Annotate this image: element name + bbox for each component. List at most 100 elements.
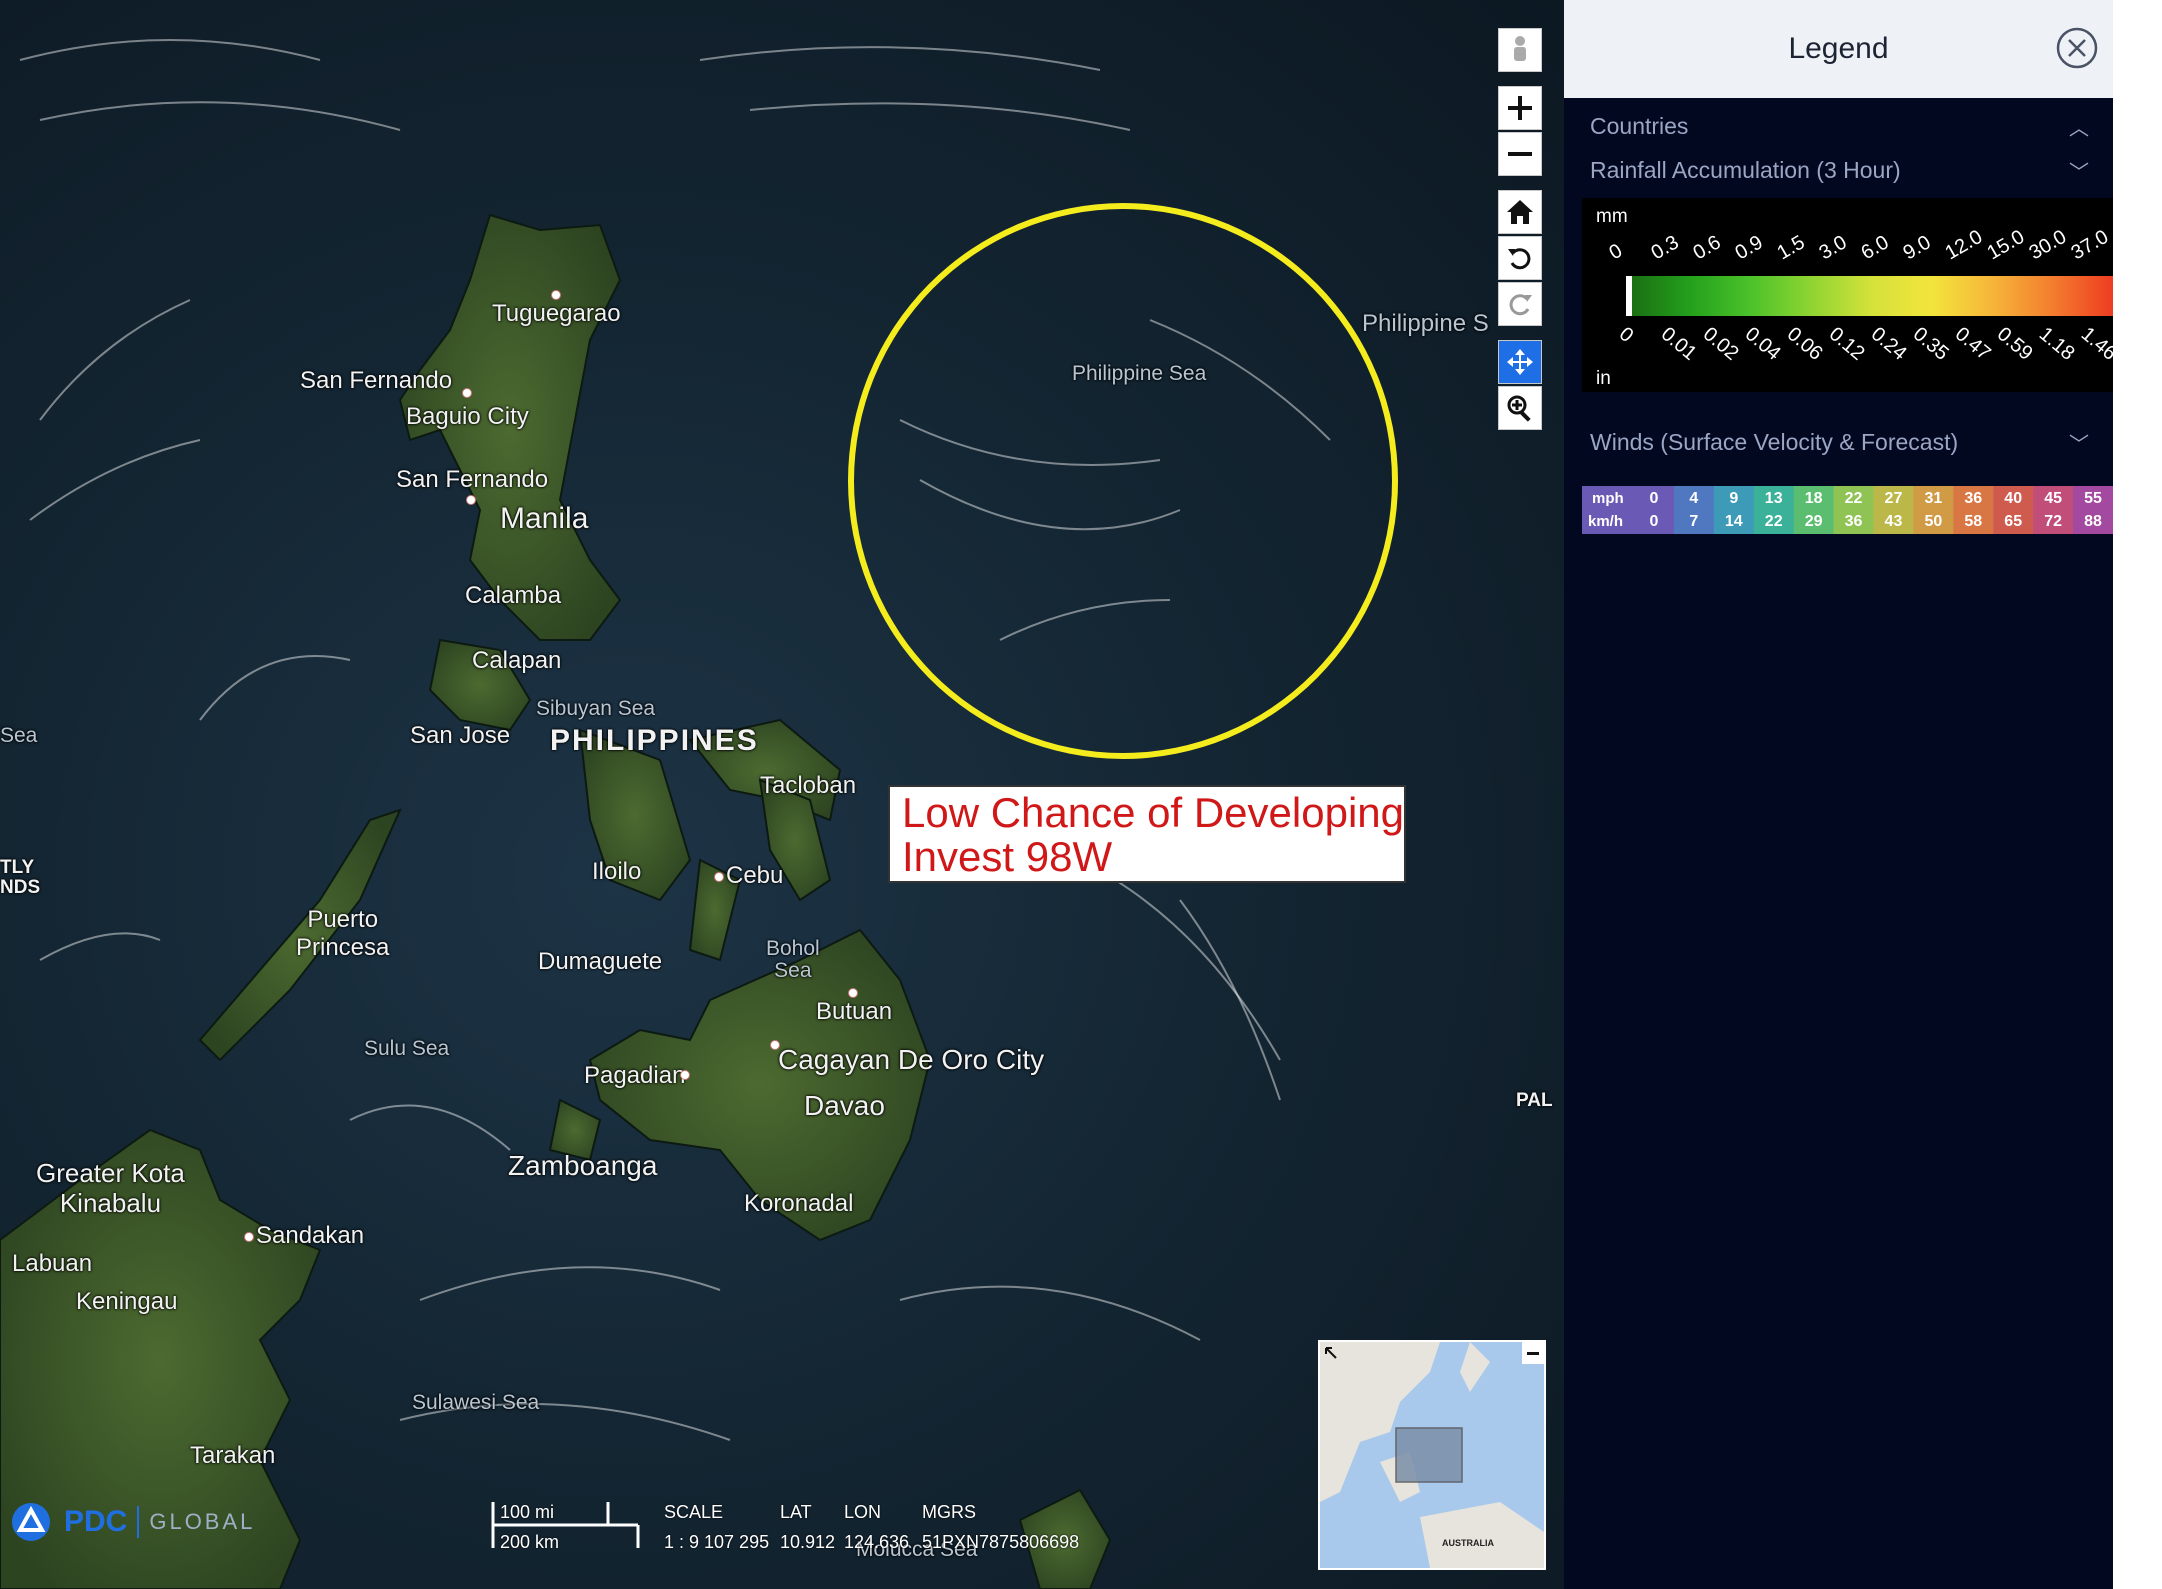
legend-close-button[interactable] <box>2055 26 2099 70</box>
rain-mm-tick: 30.0 <box>2026 226 2071 265</box>
status-lon-value: 124.636 <box>844 1532 910 1552</box>
city-marker <box>244 1232 254 1242</box>
home-button[interactable] <box>1498 190 1542 234</box>
zoom-in-icon <box>1508 96 1532 120</box>
place-label: Tuguegarao <box>492 300 621 327</box>
rain-unit-bottom: in <box>1596 368 1611 389</box>
place-label: Manila <box>500 502 589 535</box>
status-mgrs-value: 51PXN7875806698 <box>922 1532 1080 1552</box>
status-lon-label: LON <box>844 1502 882 1522</box>
rotate-left-icon <box>1508 248 1531 270</box>
rotate-right-button[interactable] <box>1498 282 1542 326</box>
status-lat-value: 10.912 <box>780 1532 836 1552</box>
pdc-logo: PDC GLOBAL <box>8 1502 255 1542</box>
map-toolbar <box>1498 28 1542 432</box>
status-scale-label: SCALE <box>664 1502 724 1522</box>
rotate-right-icon <box>1509 294 1532 316</box>
wind-kmh-value: 7 <box>1689 513 1698 530</box>
street-view-button[interactable] <box>1498 28 1542 72</box>
place-label: Greater Kota Kinabalu <box>36 1158 185 1218</box>
rotate-left-button[interactable] <box>1498 236 1542 280</box>
chevron-down-icon: ﹀ <box>2069 161 2089 184</box>
status-scale-value: 1 : 9 107 295 <box>664 1532 770 1552</box>
map-view[interactable]: Tuguegarao San Fernando Baguio City San … <box>0 0 1564 1589</box>
place-label: Puerto Princesa <box>296 906 390 961</box>
zoom-in-button[interactable] <box>1498 86 1542 130</box>
place-label: San Jose <box>410 722 511 749</box>
place-label: San Fernando <box>300 367 453 394</box>
city-marker <box>714 872 724 882</box>
city-marker <box>848 988 858 998</box>
pan-button[interactable] <box>1498 340 1542 384</box>
zoom-box-button[interactable] <box>1498 386 1542 430</box>
place-label: Pagadian <box>584 1062 686 1089</box>
rain-mm-tick: 0.6 <box>1690 231 1725 264</box>
legend-section-winds[interactable]: Winds (Surface Velocity & Forecast) ﹀ <box>1564 420 2113 464</box>
wind-kmh-value: 65 <box>2004 513 2022 530</box>
rain-in-tick: 0.47 <box>1951 323 1995 365</box>
wind-mph-value: 22 <box>1845 490 1863 507</box>
rain-in-tick: 0 <box>1615 323 1638 347</box>
place-label: Labuan <box>12 1250 93 1277</box>
rain-in-tick: 0.06 <box>1783 323 1827 365</box>
city-marker <box>466 495 476 505</box>
place-label: Koronadal <box>744 1190 854 1217</box>
section-label: Rainfall Accumulation (3 Hour) <box>1590 156 1901 183</box>
rain-in-tick: 0.12 <box>1825 323 1869 365</box>
wind-kmh-value: 29 <box>1805 513 1823 530</box>
city-marker <box>462 388 472 398</box>
rain-in-tick: 0.01 <box>1657 323 1701 365</box>
scale-km: 200 km <box>500 1532 560 1552</box>
place-label: Davao <box>804 1090 885 1121</box>
brand-sub: GLOBAL <box>149 1509 256 1534</box>
rain-mm-tick: 1.5 <box>1774 231 1809 264</box>
brand-name: PDC <box>64 1505 128 1538</box>
place-label: Butuan <box>816 998 893 1025</box>
scale-miles: 100 mi <box>500 1502 555 1522</box>
status-mgrs-label: MGRS <box>922 1502 976 1522</box>
place-label: Cagayan De Oro City <box>778 1044 1045 1075</box>
place-label: San Fernando <box>396 466 549 493</box>
rainfall-scale-graphic: mmin0 0.3 0.6 0.9 1.5 3.0 6.0 9.0 12.015.030.037… <box>1596 206 2121 389</box>
rain-unit-top: mm <box>1596 206 1628 227</box>
street-view-icon <box>1514 36 1526 61</box>
wind-mph-value: 31 <box>1924 490 1942 507</box>
legend-title: Legend <box>1788 32 1889 65</box>
wind-kmh-value: 43 <box>1885 513 1903 530</box>
wind-mph-value: 9 <box>1729 490 1738 507</box>
wind-kmh-value: 14 <box>1725 513 1743 530</box>
zoom-out-button[interactable] <box>1498 132 1542 176</box>
pdc-triangle-icon <box>12 1503 50 1541</box>
place-label: Sulu Sea <box>364 1037 450 1060</box>
place-label: PAL <box>1516 1090 1553 1111</box>
rain-mm-tick: 0.3 <box>1648 231 1683 264</box>
minus-icon <box>1527 1352 1539 1355</box>
wind-mph-value: 27 <box>1885 490 1903 507</box>
rain-in-tick: 0.35 <box>1909 323 1953 365</box>
place-label: Tarakan <box>190 1442 276 1469</box>
rain-in-tick: 1.46 <box>2077 323 2113 365</box>
overview-expand-button[interactable] <box>1322 1344 1342 1364</box>
legend-section-rainfall[interactable]: Rainfall Accumulation (3 Hour) ﹀ <box>1564 148 2113 192</box>
wind-mph-value: 45 <box>2044 490 2062 507</box>
rain-mm-tick: 6.0 <box>1858 231 1893 264</box>
wind-mph-value: 55 <box>2084 490 2102 507</box>
window-margin <box>2113 0 2162 1589</box>
rain-in-tick: 0.04 <box>1741 323 1785 365</box>
overview-collapse-button[interactable] <box>1522 1342 1544 1364</box>
place-label: Sibuyan Sea <box>536 697 656 720</box>
rain-color-ramp <box>1630 276 2113 316</box>
chevron-down-icon: ﹀ <box>2069 433 2089 456</box>
storm-callout: Low Chance of Developing Invest 98W <box>888 785 1406 883</box>
wind-speed-scale-graphic: mph km/h 0 0 4 7 9 14 13 22 18 29 22 36 27 43 31 50 36 58 40… <box>1582 486 2114 534</box>
overview-map[interactable]: AUSTRALIA <box>1318 1340 1546 1570</box>
rainfall-scale: mm in 0 0.3 0.6 0.9 1.5 3.0 6.0 9.0 12.0 15.0 30.0 37… <box>1582 198 2121 392</box>
rain-mm-tick: 37.0 <box>2068 226 2113 265</box>
wind-kmh-value: 22 <box>1765 513 1783 530</box>
pan-icon <box>1507 349 1533 375</box>
legend-panel: Legend Countries ︿ Rainfall Accumulation… <box>1564 0 2121 1589</box>
place-label: Calapan <box>472 647 562 674</box>
place-label: Baguio City <box>406 403 529 430</box>
place-label: Keningau <box>76 1288 178 1315</box>
legend-section-countries[interactable]: Countries ︿ <box>1564 104 2113 148</box>
